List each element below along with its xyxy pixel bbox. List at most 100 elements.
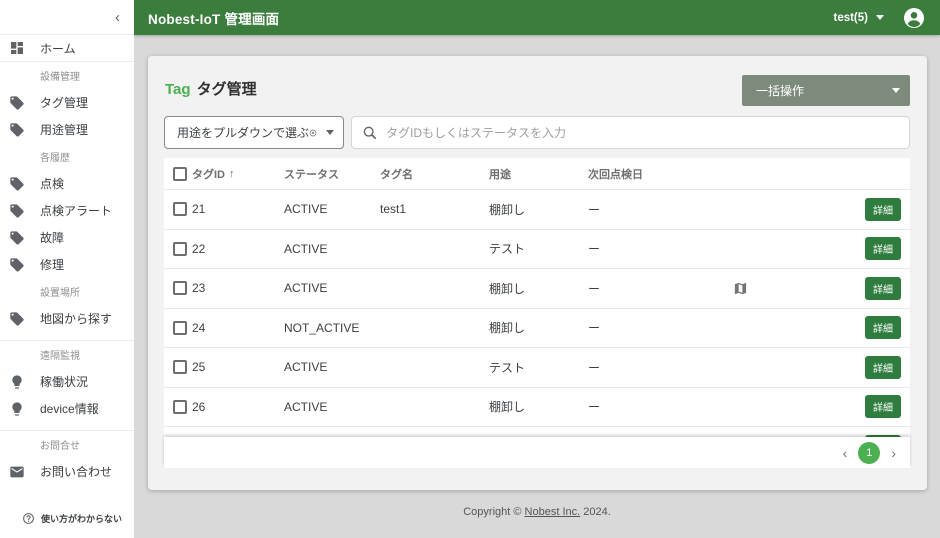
- map-icon[interactable]: [733, 281, 748, 296]
- pagination-next-icon[interactable]: ›: [891, 446, 896, 460]
- sidebar-collapse-icon[interactable]: ‹: [115, 10, 120, 25]
- cell-next-inspection: ー: [588, 280, 703, 297]
- table-header-row: タグID ↑ ステータス タグ名 用途 次回点検日: [164, 158, 910, 190]
- cell-tag-id: 25: [192, 360, 284, 374]
- row-checkbox[interactable]: [173, 281, 187, 295]
- main-content: Tagタグ管理 一括操作 用途をプルダウンで選ぶ: [134, 35, 940, 538]
- chevron-down-icon[interactable]: [326, 130, 334, 135]
- column-header-next-inspection: 次回点検日: [588, 166, 703, 182]
- sidebar-item-label: 修理: [40, 256, 64, 273]
- sidebar-item-tag-management[interactable]: タグ管理: [0, 89, 134, 116]
- detail-button[interactable]: 詳細: [865, 395, 901, 418]
- tag-icon: [9, 230, 25, 246]
- cell-status: ACTIVE: [284, 360, 380, 374]
- sidebar-item-inspection-alert[interactable]: 点検アラート: [0, 197, 134, 224]
- purpose-filter-select[interactable]: 用途をプルダウンで選ぶ: [164, 116, 344, 149]
- page-title-prefix: Tag: [165, 81, 191, 98]
- detail-button[interactable]: 詳細: [865, 316, 901, 339]
- sidebar-section-histories: 各履歴: [0, 143, 134, 170]
- cell-tag-id: 24: [192, 321, 284, 335]
- sidebar-item-label: 地図から探す: [40, 310, 112, 327]
- cell-purpose: 棚卸し: [489, 398, 588, 415]
- user-menu[interactable]: test(5): [833, 12, 884, 24]
- detail-button[interactable]: 詳細: [865, 277, 901, 300]
- pagination-prev-icon[interactable]: ‹: [843, 446, 848, 460]
- sidebar-section-contact: お問合せ: [0, 431, 134, 458]
- pagination-page-1[interactable]: 1: [858, 442, 880, 464]
- pagination: ‹ 1 ›: [164, 437, 910, 468]
- company-link[interactable]: Nobest Inc.: [525, 506, 581, 518]
- sidebar-item-operation-status[interactable]: 稼働状況: [0, 368, 134, 395]
- lightbulb-icon: [9, 374, 25, 390]
- cell-tag-id: 23: [192, 281, 284, 295]
- sidebar-item-label: 点検: [40, 175, 64, 192]
- sidebar-item-inspection[interactable]: 点検: [0, 170, 134, 197]
- table-row: 23 ACTIVE 棚卸し ー 詳細: [164, 269, 910, 309]
- sidebar-item-home[interactable]: ホーム: [0, 35, 134, 62]
- tag-icon: [9, 257, 25, 273]
- cell-next-inspection: ー: [588, 398, 703, 415]
- sidebar: ‹ ホーム 設備管理 タグ管理 用途管理 各履歴 点検 点検アラート: [0, 0, 134, 538]
- select-all-checkbox[interactable]: [173, 167, 187, 181]
- table-row-partial: 詳細: [164, 427, 910, 437]
- column-header-purpose: 用途: [489, 166, 588, 182]
- sidebar-item-label: ホーム: [40, 40, 76, 57]
- cell-status: ACTIVE: [284, 242, 380, 256]
- cell-status: ACTIVE: [284, 400, 380, 414]
- cell-next-inspection: ー: [588, 240, 703, 257]
- sidebar-help-link[interactable]: 使い方がわからない: [0, 506, 134, 530]
- table-row: 26 ACTIVE 棚卸し ー 詳細: [164, 388, 910, 428]
- sidebar-item-label: 用途管理: [40, 121, 88, 138]
- cell-status: ACTIVE: [284, 281, 380, 295]
- mail-icon: [9, 464, 25, 480]
- sidebar-item-repair[interactable]: 修理: [0, 251, 134, 278]
- dashboard-icon: [9, 40, 25, 56]
- bulk-action-button[interactable]: 一括操作: [742, 75, 910, 106]
- clear-icon[interactable]: [309, 126, 317, 140]
- row-checkbox[interactable]: [173, 242, 187, 256]
- sidebar-item-contact-us[interactable]: お問い合わせ: [0, 458, 134, 485]
- tag-icon: [9, 311, 25, 327]
- sidebar-item-failure[interactable]: 故障: [0, 224, 134, 251]
- sidebar-item-search-from-map[interactable]: 地図から探す: [0, 305, 134, 332]
- cell-next-inspection: ー: [588, 359, 703, 376]
- search-box: [351, 116, 910, 149]
- sidebar-item-device-info[interactable]: device情報: [0, 395, 134, 422]
- chevron-down-icon: [892, 88, 900, 93]
- sidebar-section-equipment: 設備管理: [0, 62, 134, 89]
- cell-purpose: テスト: [489, 359, 588, 376]
- cell-purpose: 棚卸し: [489, 280, 588, 297]
- sidebar-item-label: 点検アラート: [40, 202, 112, 219]
- sidebar-item-purpose-management[interactable]: 用途管理: [0, 116, 134, 143]
- detail-button[interactable]: 詳細: [865, 356, 901, 379]
- column-header-status: ステータス: [284, 166, 380, 182]
- page-title: Tagタグ管理: [165, 78, 257, 99]
- sort-by-tag-id[interactable]: タグID ↑: [192, 166, 284, 182]
- row-checkbox[interactable]: [173, 202, 187, 216]
- row-checkbox[interactable]: [173, 321, 187, 335]
- cell-next-inspection: ー: [588, 319, 703, 336]
- cell-tag-name: test1: [380, 202, 489, 216]
- table-row: 24 NOT_ACTIVE 棚卸し ー 詳細: [164, 309, 910, 349]
- tag-icon: [9, 176, 25, 192]
- cell-tag-id: 22: [192, 242, 284, 256]
- tag-icon: [9, 203, 25, 219]
- cell-status: ACTIVE: [284, 202, 380, 216]
- column-header-name: タグ名: [380, 166, 489, 182]
- filter-bar: 用途をプルダウンで選ぶ: [164, 116, 910, 149]
- row-checkbox[interactable]: [173, 400, 187, 414]
- row-checkbox[interactable]: [173, 360, 187, 374]
- chevron-down-icon: [876, 15, 884, 20]
- account-avatar-icon[interactable]: [902, 6, 926, 30]
- cell-status: NOT_ACTIVE: [284, 321, 380, 335]
- sidebar-section-location: 設置場所: [0, 278, 134, 305]
- detail-button[interactable]: 詳細: [865, 237, 901, 260]
- tag-table: タグID ↑ ステータス タグ名 用途 次回点検日 21 ACTIVE test…: [164, 158, 910, 437]
- sidebar-item-label: 稼働状況: [40, 373, 88, 390]
- search-icon: [362, 125, 378, 141]
- tag-management-card: Tagタグ管理 一括操作 用途をプルダウンで選ぶ: [148, 56, 927, 490]
- search-input[interactable]: [386, 126, 899, 140]
- sidebar-top: ‹: [0, 0, 134, 35]
- cell-purpose: 棚卸し: [489, 319, 588, 336]
- detail-button[interactable]: 詳細: [865, 198, 901, 221]
